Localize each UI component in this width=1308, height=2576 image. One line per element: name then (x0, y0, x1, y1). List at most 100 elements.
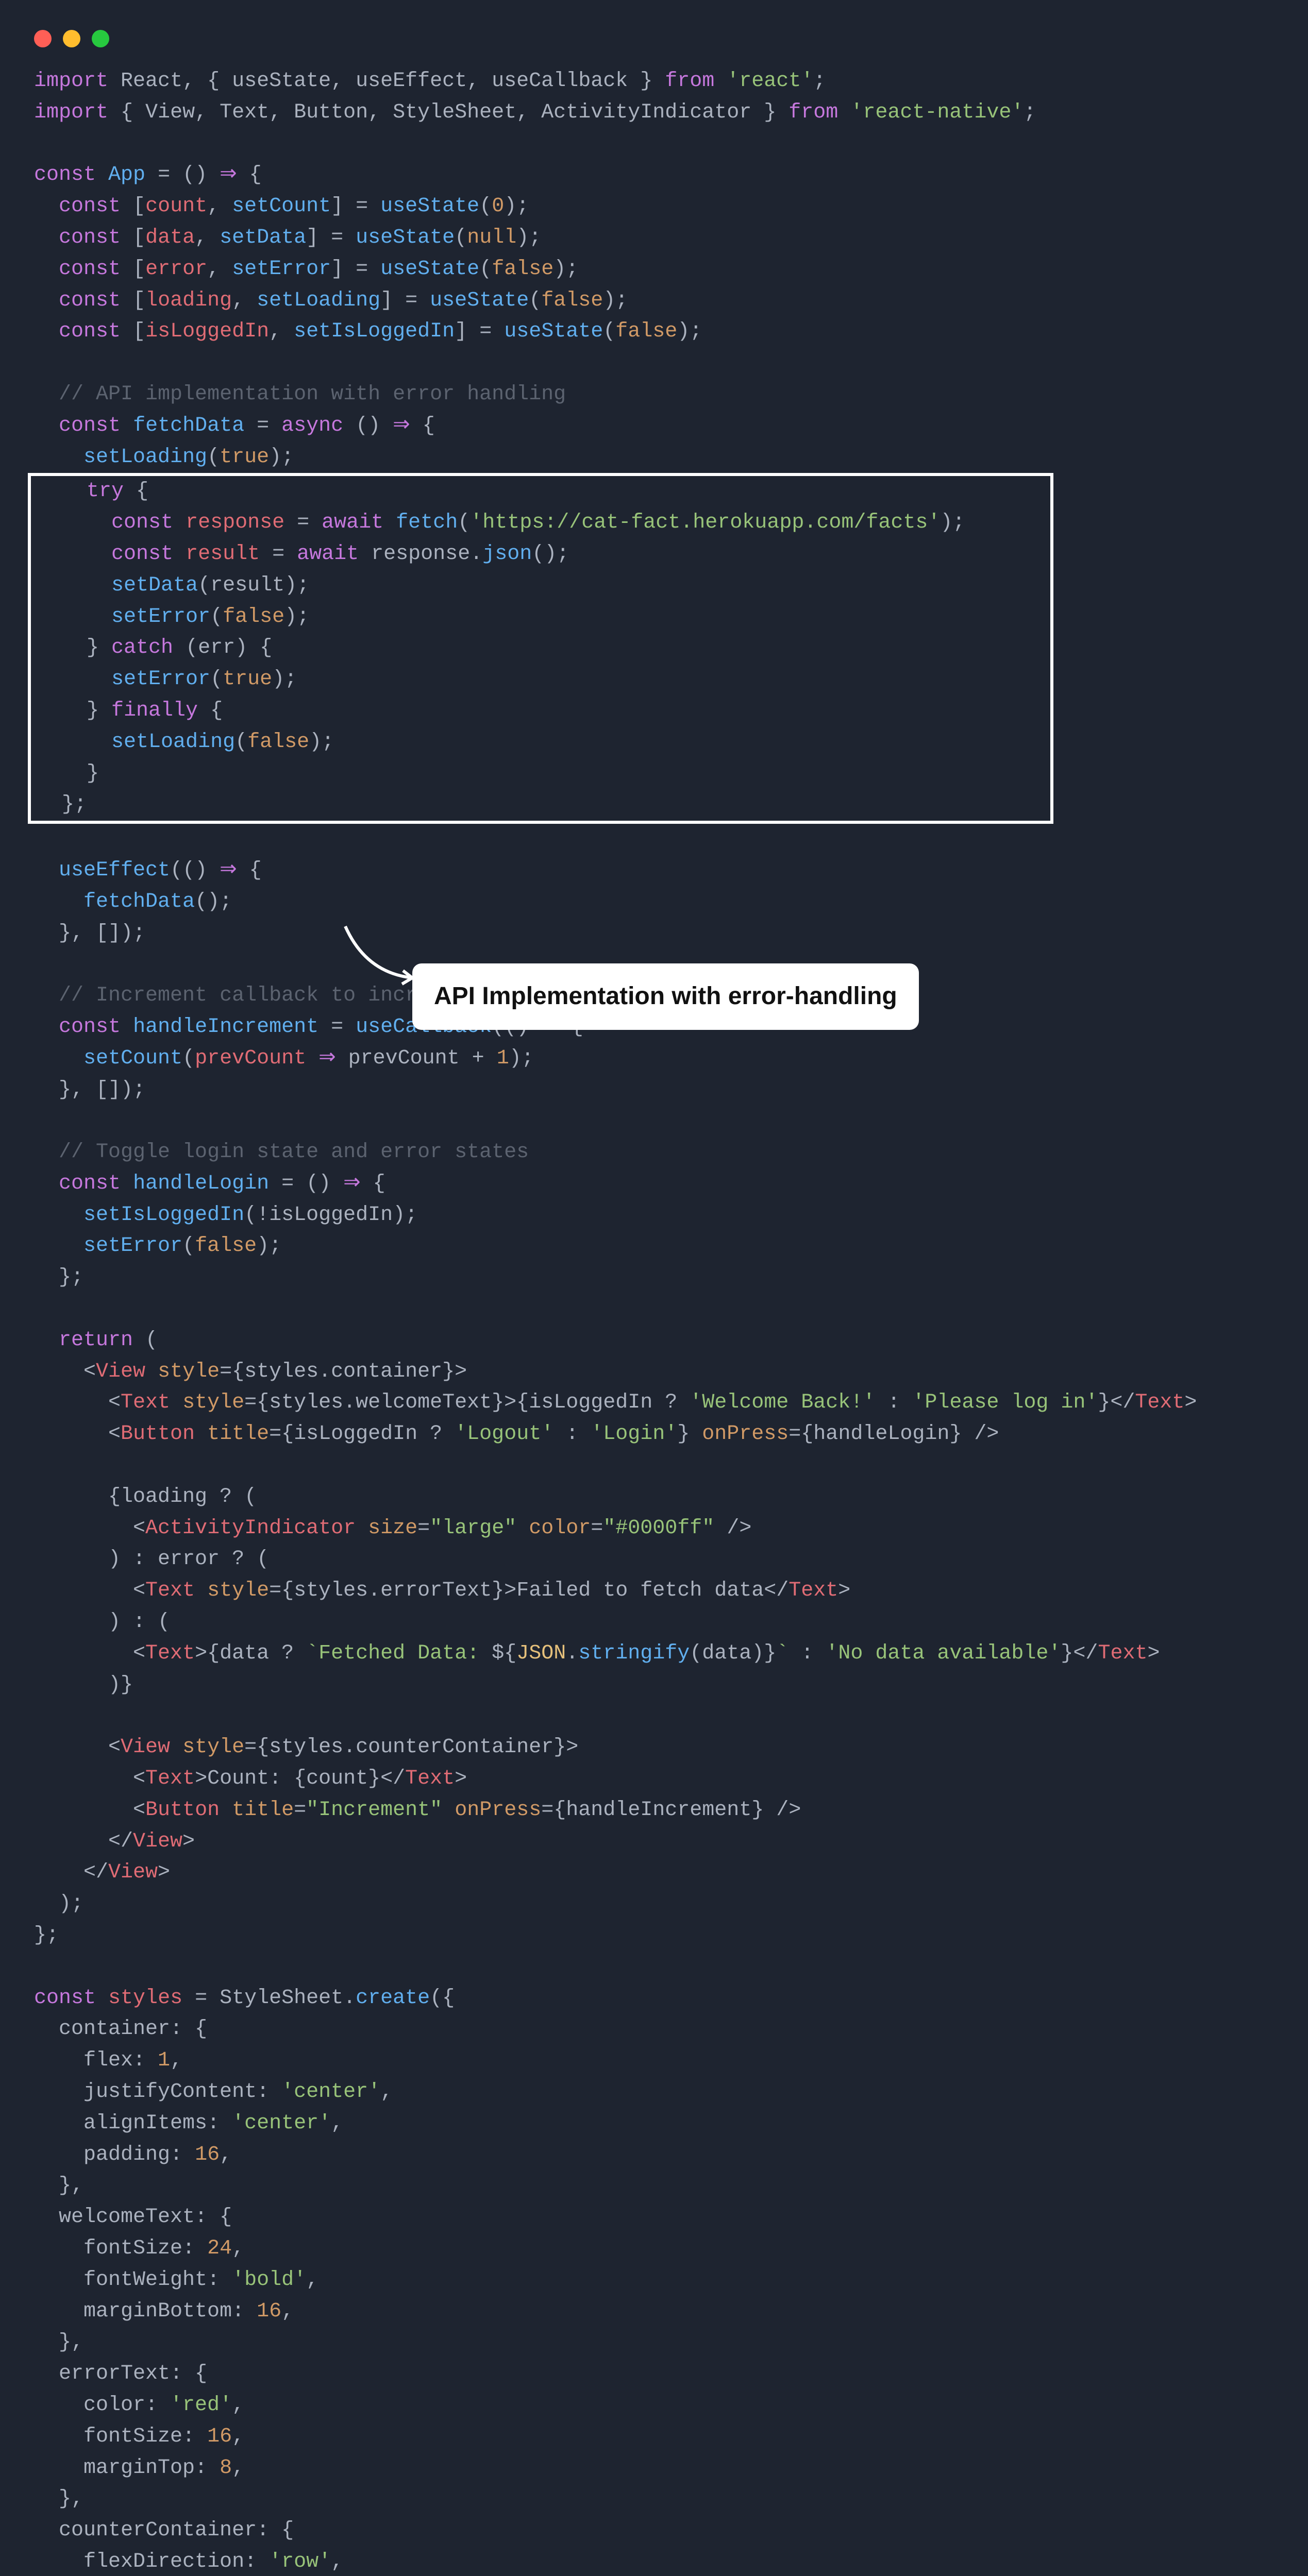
punct: ( (529, 289, 541, 312)
jsx-tag: Text (145, 1642, 195, 1665)
code-text: {loading ? ( (34, 1485, 257, 1509)
punct: [ (121, 195, 145, 218)
kw-async: async (281, 414, 343, 437)
kw-const: const (59, 289, 121, 312)
num: 0 (492, 195, 504, 218)
arrow: ⇒ (220, 859, 237, 882)
arrow: ⇒ (393, 414, 410, 437)
punct: ( (603, 320, 615, 343)
const: false (615, 320, 677, 343)
str: "Increment" (306, 1799, 442, 1822)
highlighted-block: try { const response = await fetch('http… (28, 473, 1053, 824)
kw-try: try (87, 480, 124, 503)
str: 'https://cat-fact.herokuapp.com/facts' (470, 511, 940, 534)
punct: (); (532, 543, 569, 566)
punct: [ (121, 226, 145, 249)
code-text: padding: (34, 2143, 195, 2166)
code-text: container: { (34, 2018, 207, 2041)
code-text: ={isLoggedIn ? (269, 1422, 455, 1446)
fn: useState (380, 195, 479, 218)
kw-const: const (59, 414, 121, 437)
code-text: }, []); (34, 1078, 145, 1101)
punct: ); (516, 226, 541, 249)
jsx-attr: style (182, 1736, 244, 1759)
punct: ] = (455, 320, 504, 343)
var: data (145, 226, 195, 249)
code-text: color: (34, 2394, 170, 2417)
def: JSON (516, 1642, 566, 1665)
jsx-attr: size (368, 1517, 417, 1540)
code-text: ) : error ? ( (34, 1548, 269, 1571)
close-icon[interactable] (34, 30, 52, 47)
jsx-attr: style (207, 1579, 269, 1602)
str: 'Logout' (455, 1422, 554, 1446)
str: 'center' (232, 2112, 331, 2135)
fn: setLoading (83, 446, 207, 469)
fn: setLoading (111, 731, 235, 754)
fn: handleLogin (133, 1172, 269, 1195)
punct: , (380, 2080, 393, 2104)
const: false (195, 1234, 257, 1258)
maximize-icon[interactable] (92, 30, 109, 47)
code-text: flexDirection: (34, 2550, 269, 2573)
fn: stringify (578, 1642, 690, 1665)
jsx-tag: Text (405, 1767, 455, 1790)
code-text: >Count: {count}</ (195, 1767, 405, 1790)
fn: setError (111, 605, 210, 629)
code-text: = StyleSheet. (182, 1987, 356, 2010)
code-text: }</ (1098, 1391, 1135, 1414)
kw-const: const (59, 258, 121, 281)
code-text: alignItems: (34, 2112, 232, 2135)
code-block: import React, { useState, useEffect, use… (15, 56, 1293, 2576)
jsx-attr: color (529, 1517, 591, 1540)
kw-const: const (111, 511, 173, 534)
punct: ); (677, 320, 702, 343)
code-text: (() (170, 859, 220, 882)
code-text: : (875, 1391, 912, 1414)
fn: setCount (83, 1047, 182, 1070)
fn: handleIncrement (133, 1015, 318, 1039)
str: 'row' (269, 2550, 331, 2573)
fn: setIsLoggedIn (294, 320, 455, 343)
punct: ); (603, 289, 628, 312)
fn: setError (232, 258, 331, 281)
code-text: ={handleLogin} /> (789, 1422, 999, 1446)
arrow: ⇒ (220, 163, 237, 187)
minimize-icon[interactable] (63, 30, 80, 47)
str: 'No data available' (826, 1642, 1061, 1665)
jsx-attr: style (182, 1391, 244, 1414)
const: null (467, 226, 516, 249)
code-text: }, (34, 2174, 83, 2197)
code-text: (!isLoggedIn); (244, 1204, 417, 1227)
jsx-tag: ActivityIndicator (145, 1517, 356, 1540)
var: result (186, 543, 260, 566)
code-text: (data) (690, 1642, 764, 1665)
num: 24 (207, 2237, 232, 2260)
code-text: }, []); (34, 922, 145, 945)
punct: ({ (430, 1987, 455, 2010)
var: loading (145, 289, 232, 312)
jsx-attr: style (158, 1360, 220, 1383)
punct: [ (121, 258, 145, 281)
fn: fetch (396, 511, 458, 534)
punct: ; (1024, 101, 1036, 124)
code-window: import React, { useState, useEffect, use… (15, 15, 1293, 2576)
fn: json (482, 543, 532, 566)
kw-await: await (322, 511, 383, 534)
fn: setData (111, 574, 198, 597)
var: prevCount (195, 1047, 306, 1070)
fn-name: App (108, 163, 145, 187)
code-text: }, (34, 2487, 83, 2511)
punct: ); (504, 195, 529, 218)
jsx-attr: title (232, 1799, 294, 1822)
code-text: flex: (34, 2049, 158, 2072)
str: 'red' (170, 2394, 232, 2417)
code-text: } (677, 1422, 702, 1446)
str: 'Please log in' (912, 1391, 1098, 1414)
const: false (247, 731, 309, 754)
fn: fetchData (83, 890, 195, 913)
fn: useState (356, 226, 455, 249)
fn: create (356, 1987, 430, 2010)
kw-const: const (34, 163, 96, 187)
var: isLoggedIn (145, 320, 269, 343)
